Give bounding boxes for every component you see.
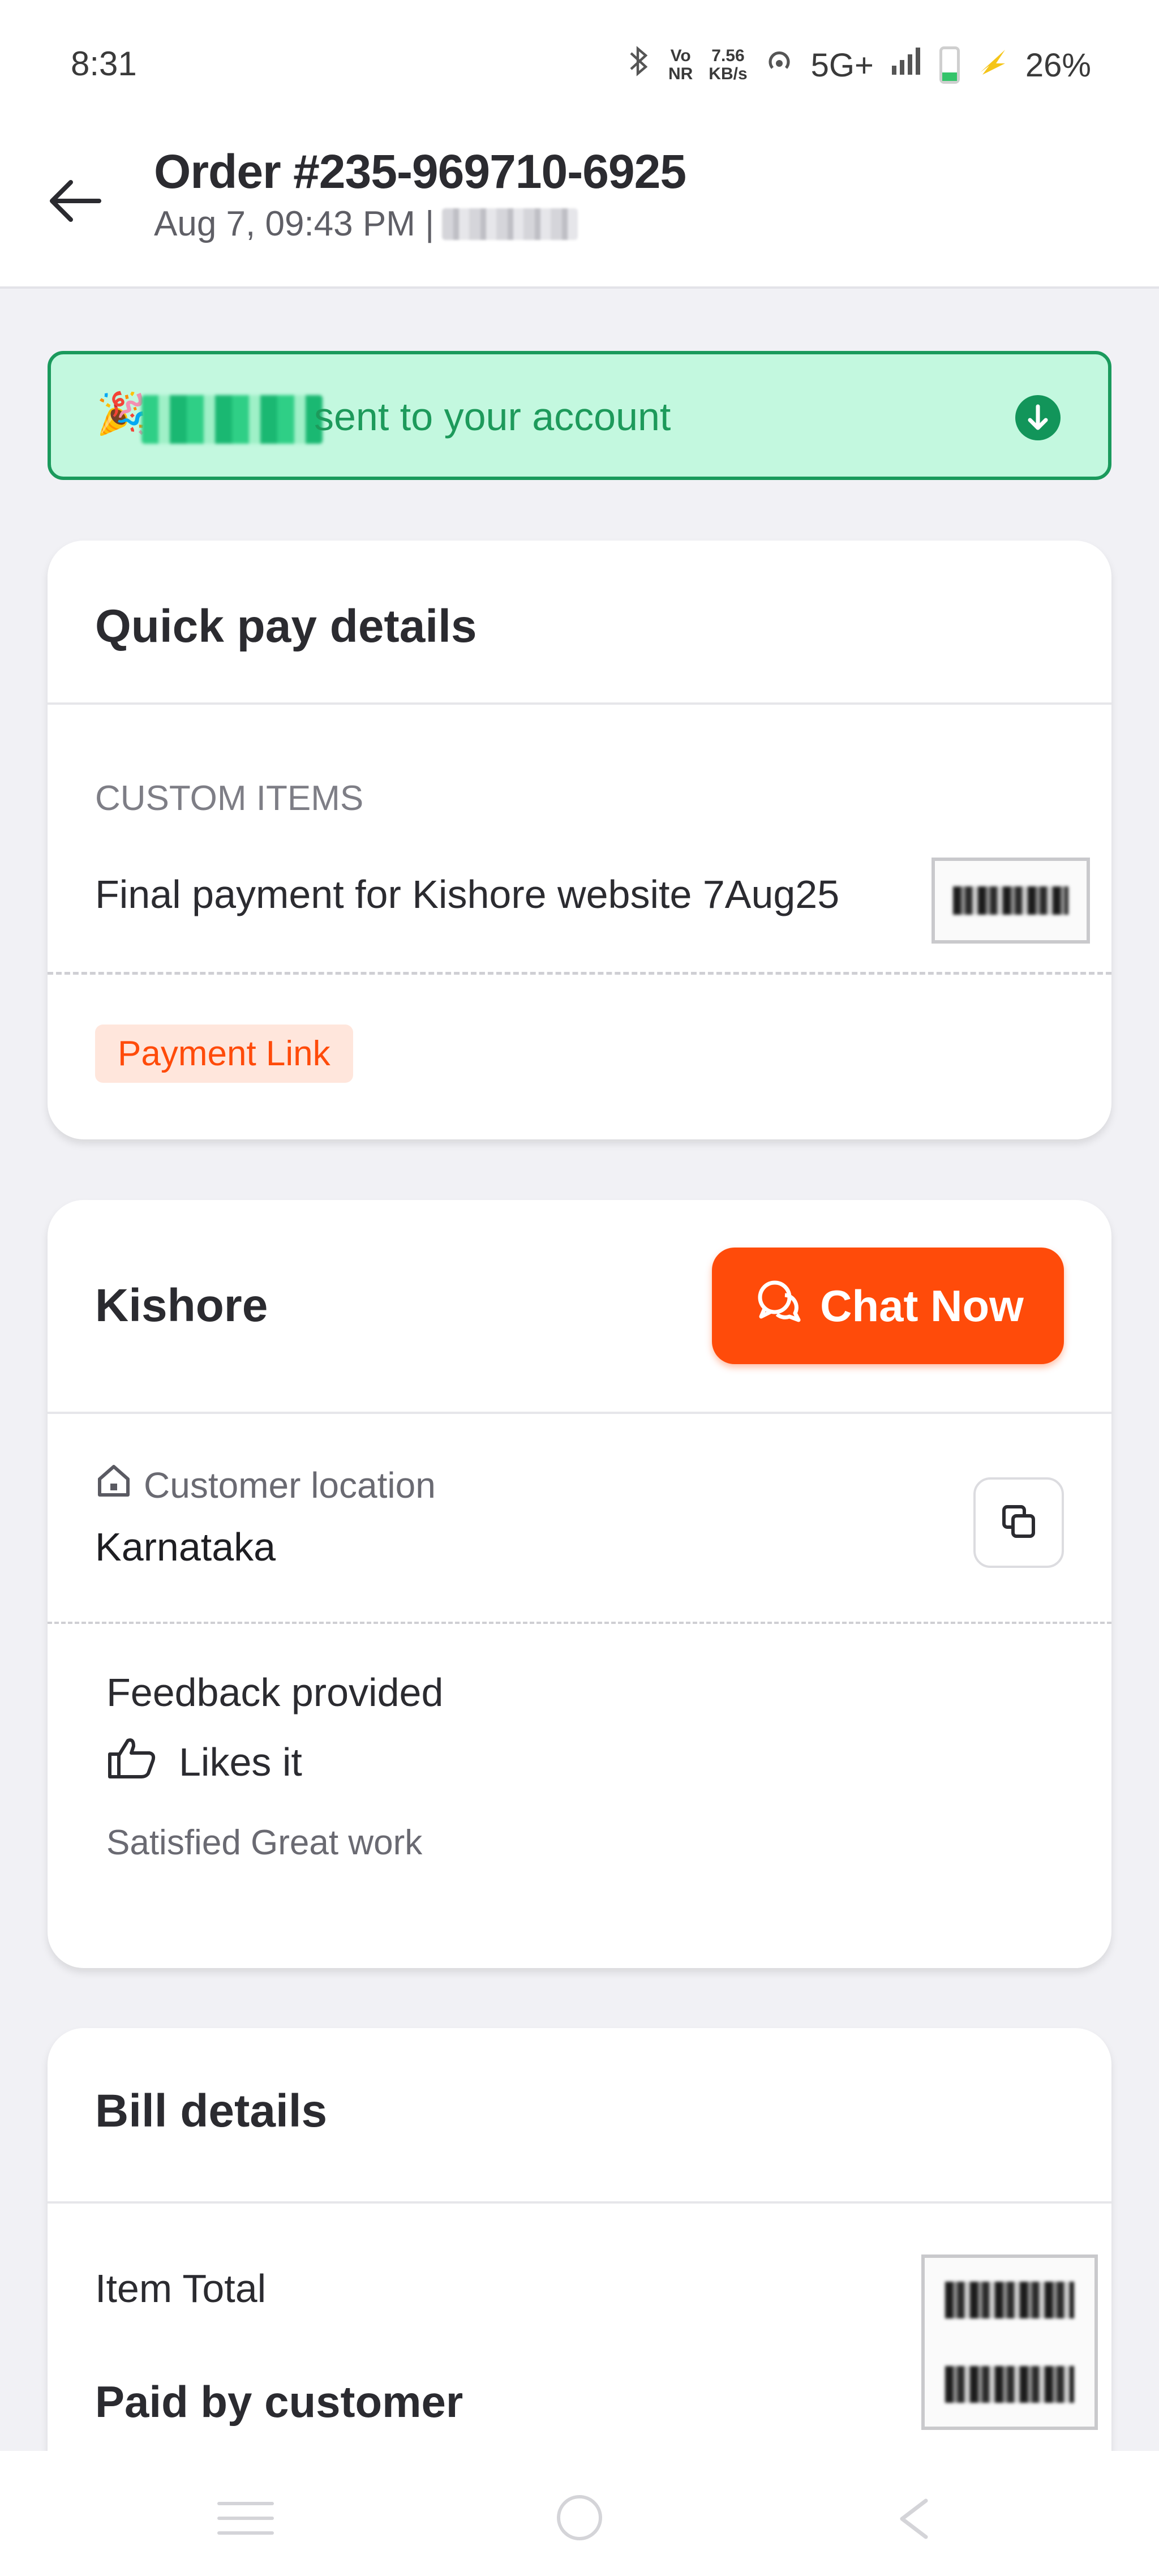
banner-text: sent to your account (314, 395, 671, 439)
payment-status-banner[interactable]: 🎉 sent to your account (48, 351, 1111, 480)
system-nav-bar (0, 2451, 1159, 2576)
status-icons: Vo NR 7.56 KB/s 5G+ 26% (625, 44, 1091, 86)
order-title: Order #235-969710-6925 (154, 145, 686, 198)
divider (48, 972, 1111, 975)
network-type: 5G+ (810, 46, 874, 84)
chat-now-label: Chat Now (820, 1280, 1024, 1331)
location-section: Customer location Karnataka (48, 1414, 1111, 1691)
home-icon (95, 1462, 132, 1508)
customer-name: Kishore (95, 1280, 268, 1331)
divider (48, 1622, 1111, 1624)
item-name: Final payment for Kishore website 7Aug25 (95, 872, 840, 916)
feedback-title: Feedback provided (106, 1670, 444, 1715)
quick-pay-card: Quick pay details CUSTOM ITEMS Final pay… (48, 541, 1111, 1139)
feedback-comment: Satisfied Great work (106, 1823, 423, 1862)
party-popper-icon: 🎉 (96, 391, 147, 436)
status-bar: 8:31 Vo NR 7.56 KB/s 5G+ 26% (0, 0, 1159, 119)
payment-link-badge: Payment Link (95, 1025, 353, 1083)
customer-header: Kishore Chat Now (48, 1200, 1111, 1414)
network-speed: 7.56 KB/s (709, 46, 748, 83)
chat-bubble-icon (752, 1274, 806, 1339)
redacted-text (442, 208, 578, 240)
charging-icon (976, 45, 1010, 85)
arrow-down-circle-icon[interactable] (1015, 395, 1061, 440)
thumbs-up-icon (106, 1735, 157, 1789)
hotspot-icon (763, 45, 795, 85)
feedback-reaction: Likes it (106, 1735, 302, 1789)
order-header: Order #235-969710-6925 Aug 7, 09:43 PM | (0, 119, 1159, 289)
battery-percent: 26% (1025, 46, 1091, 84)
location-label: Customer location (95, 1462, 436, 1508)
copy-location-button[interactable] (973, 1477, 1064, 1568)
redacted-amounts (921, 2254, 1098, 2430)
bill-header: Bill details (48, 2028, 1111, 2204)
redacted-amount (141, 395, 323, 444)
order-date: Aug 7, 09:43 PM | (154, 204, 435, 243)
order-subtitle: Aug 7, 09:43 PM | (154, 204, 578, 244)
back-arrow-icon[interactable] (45, 170, 108, 232)
section-label: CUSTOM ITEMS (95, 779, 364, 818)
back-nav-icon[interactable] (894, 2496, 934, 2541)
redacted-price (932, 858, 1090, 944)
item-total-label: Item Total (95, 2266, 267, 2311)
recent-apps-icon[interactable] (217, 2502, 274, 2546)
home-button-icon[interactable] (557, 2495, 602, 2540)
card-title: Quick pay details (95, 601, 477, 652)
card-title: Bill details (95, 2085, 328, 2137)
customer-card: Kishore Chat Now Customer location Karna… (48, 1200, 1111, 1968)
volte-indicator: Vo NR (668, 46, 693, 83)
battery-icon (939, 46, 960, 84)
bluetooth-icon (625, 44, 653, 86)
paid-by-customer-label: Paid by customer (95, 2377, 463, 2427)
copy-icon (998, 1501, 1039, 1545)
status-time: 8:31 (71, 45, 137, 83)
quick-pay-header: Quick pay details (48, 541, 1111, 705)
location-value: Karnataka (95, 1525, 276, 1569)
chat-now-button[interactable]: Chat Now (712, 1248, 1064, 1364)
signal-icon (890, 45, 924, 85)
